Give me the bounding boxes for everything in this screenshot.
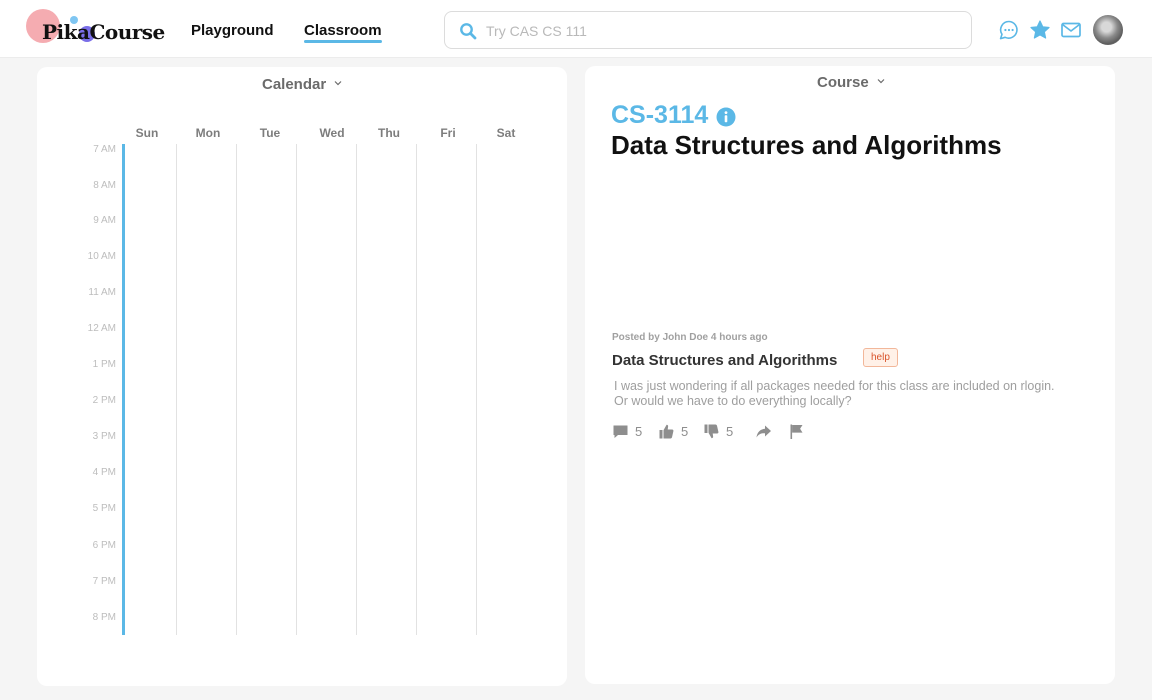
comment-count: 5: [635, 423, 643, 439]
time-label: 7 AM: [93, 144, 116, 155]
chevron-down-icon: [877, 79, 885, 84]
comment-icon: [613, 425, 628, 438]
grid-divider: [176, 144, 177, 635]
grid-divider: [356, 144, 357, 635]
time-label: 2 PM: [92, 395, 116, 406]
thumbs-down-icon: [704, 424, 719, 438]
search-bar[interactable]: [444, 11, 972, 49]
share-icon: [756, 425, 771, 437]
day-label: Sun: [135, 126, 159, 140]
search-icon: [460, 23, 477, 40]
logo[interactable]: PikaCourse: [26, 9, 165, 49]
post-title[interactable]: Data Structures and Algorithms: [612, 352, 837, 369]
mail-icon[interactable]: [1060, 19, 1082, 41]
grid-divider: [236, 144, 237, 635]
time-label: 7 PM: [92, 576, 116, 587]
search-input[interactable]: [486, 19, 956, 43]
time-label: 3 PM: [92, 431, 116, 442]
chevron-down-icon: [334, 81, 342, 86]
report-button[interactable]: [788, 421, 811, 441]
flag-icon: [790, 424, 803, 439]
like-button[interactable]: 5: [658, 421, 688, 441]
time-label: 9 AM: [93, 215, 116, 226]
post-card: Posted by John Doe 4 hours ago Data Stru…: [612, 332, 1082, 439]
time-label: 5 PM: [92, 503, 116, 514]
post-meta: Posted by John Doe 4 hours ago: [612, 332, 768, 343]
time-label: 12 AM: [87, 323, 116, 334]
logo-text: PikaCourse: [42, 20, 165, 44]
dislike-count: 5: [726, 423, 734, 439]
time-label: 4 PM: [92, 467, 116, 478]
day-label: Fri: [440, 126, 456, 140]
calendar-dropdown[interactable]: Calendar: [262, 76, 342, 93]
chat-icon[interactable]: [998, 19, 1020, 41]
course-code: CS-3114: [611, 101, 709, 129]
time-label: 6 PM: [92, 540, 116, 551]
course-panel: Course CS-3114 Data Structures and Algor…: [585, 66, 1115, 684]
thumbs-up-icon: [659, 424, 674, 438]
day-label: Tue: [259, 126, 281, 140]
post-body: I was just wondering if all packages nee…: [614, 379, 1055, 408]
post-tag[interactable]: help: [863, 348, 898, 367]
nav-playground[interactable]: Playground: [191, 22, 274, 39]
time-label: 11 AM: [88, 287, 116, 298]
course-panel-title: Course: [817, 74, 869, 91]
course-dropdown[interactable]: Course: [817, 74, 885, 91]
post-actions: 5 5 5: [612, 421, 912, 441]
course-name: Data Structures and Algorithms: [611, 130, 1002, 160]
calendar-panel: Calendar Sun Mon Tue Wed Thu Fri Sat 7 A…: [37, 67, 567, 686]
like-count: 5: [681, 423, 689, 439]
info-icon[interactable]: [716, 107, 736, 127]
course-code-row: CS-3114: [611, 101, 736, 131]
time-label: 1 PM: [92, 359, 116, 370]
day-label: Mon: [195, 126, 221, 140]
avatar[interactable]: [1093, 15, 1123, 45]
nav-classroom[interactable]: Classroom: [304, 22, 382, 43]
weekday-header: Sun Mon Tue Wed Thu Fri Sat: [37, 126, 567, 142]
grid-divider: [296, 144, 297, 635]
time-label: 8 PM: [92, 612, 116, 623]
star-icon[interactable]: [1029, 19, 1051, 41]
share-button[interactable]: [755, 421, 778, 441]
day-label: Sat: [496, 126, 516, 140]
top-bar: PikaCourse Playground Classroom: [0, 0, 1152, 58]
time-label: 10 AM: [87, 251, 116, 262]
comment-button[interactable]: 5: [612, 421, 642, 441]
day-label: Thu: [378, 126, 400, 140]
time-label: 8 AM: [93, 180, 116, 191]
current-day-indicator: [122, 144, 125, 635]
grid-divider: [416, 144, 417, 635]
grid-divider: [476, 144, 477, 635]
calendar-title: Calendar: [262, 76, 327, 93]
day-label: Wed: [319, 126, 345, 140]
dislike-button[interactable]: 5: [703, 421, 733, 441]
calendar-grid[interactable]: [122, 144, 542, 635]
